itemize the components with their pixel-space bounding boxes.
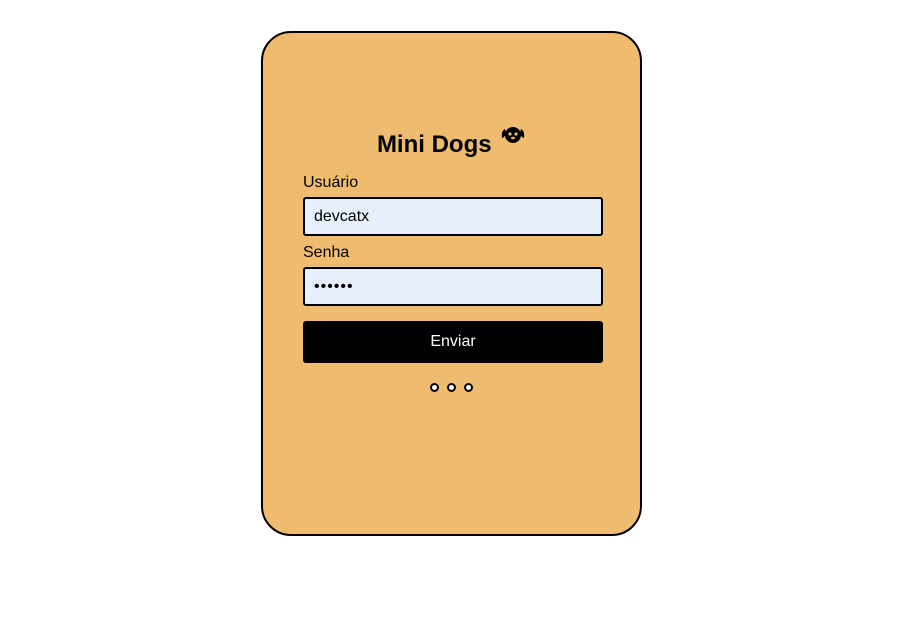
password-field[interactable] — [303, 267, 603, 306]
page-title: Mini Dogs — [376, 131, 492, 158]
loading-dot — [464, 383, 474, 392]
dog-icon — [500, 123, 526, 145]
submit-button[interactable]: Enviar — [303, 321, 603, 363]
loading-indicator — [263, 379, 640, 392]
loading-dot — [429, 383, 439, 392]
username-field[interactable] — [303, 197, 603, 236]
username-label: Usuário — [303, 174, 359, 191]
loading-dot — [447, 383, 456, 392]
title-row: Mini Dogs — [263, 125, 640, 161]
login-card: Mini Dogs Usuário Senha Enviar — [261, 31, 642, 536]
password-label: Senha — [303, 244, 350, 261]
